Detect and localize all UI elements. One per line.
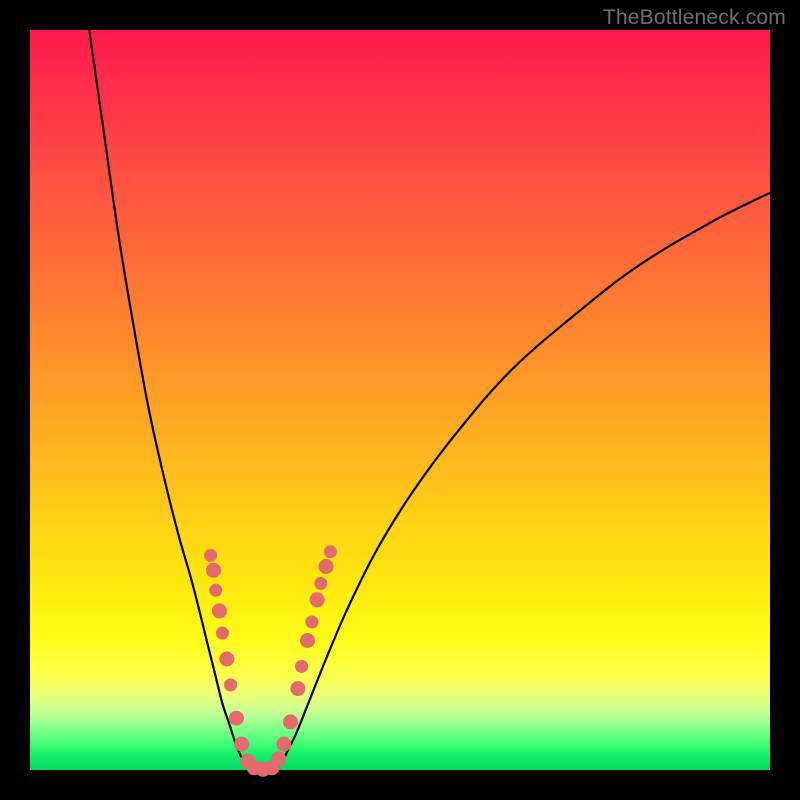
data-marker — [291, 682, 305, 696]
data-marker — [225, 679, 237, 691]
data-marker — [277, 737, 291, 751]
data-marker — [220, 652, 234, 666]
data-marker — [283, 715, 297, 729]
data-marker — [207, 563, 221, 577]
chart-svg — [30, 30, 770, 770]
data-marker — [216, 627, 228, 639]
data-marker — [212, 604, 226, 618]
data-marker — [315, 578, 327, 590]
data-marker — [306, 616, 318, 628]
data-marker — [272, 752, 286, 766]
plot-area — [30, 30, 770, 770]
outer-frame: TheBottleneck.com — [0, 0, 800, 800]
data-marker — [310, 593, 324, 607]
data-marker — [210, 584, 222, 596]
data-marker — [296, 660, 308, 672]
data-marker — [324, 546, 336, 558]
data-marker — [319, 560, 333, 574]
data-marker — [205, 549, 217, 561]
data-marker — [235, 737, 249, 751]
data-marker — [229, 711, 243, 725]
watermark-text: TheBottleneck.com — [603, 6, 786, 30]
data-marker — [301, 634, 315, 648]
curve-right-branch — [274, 193, 770, 770]
